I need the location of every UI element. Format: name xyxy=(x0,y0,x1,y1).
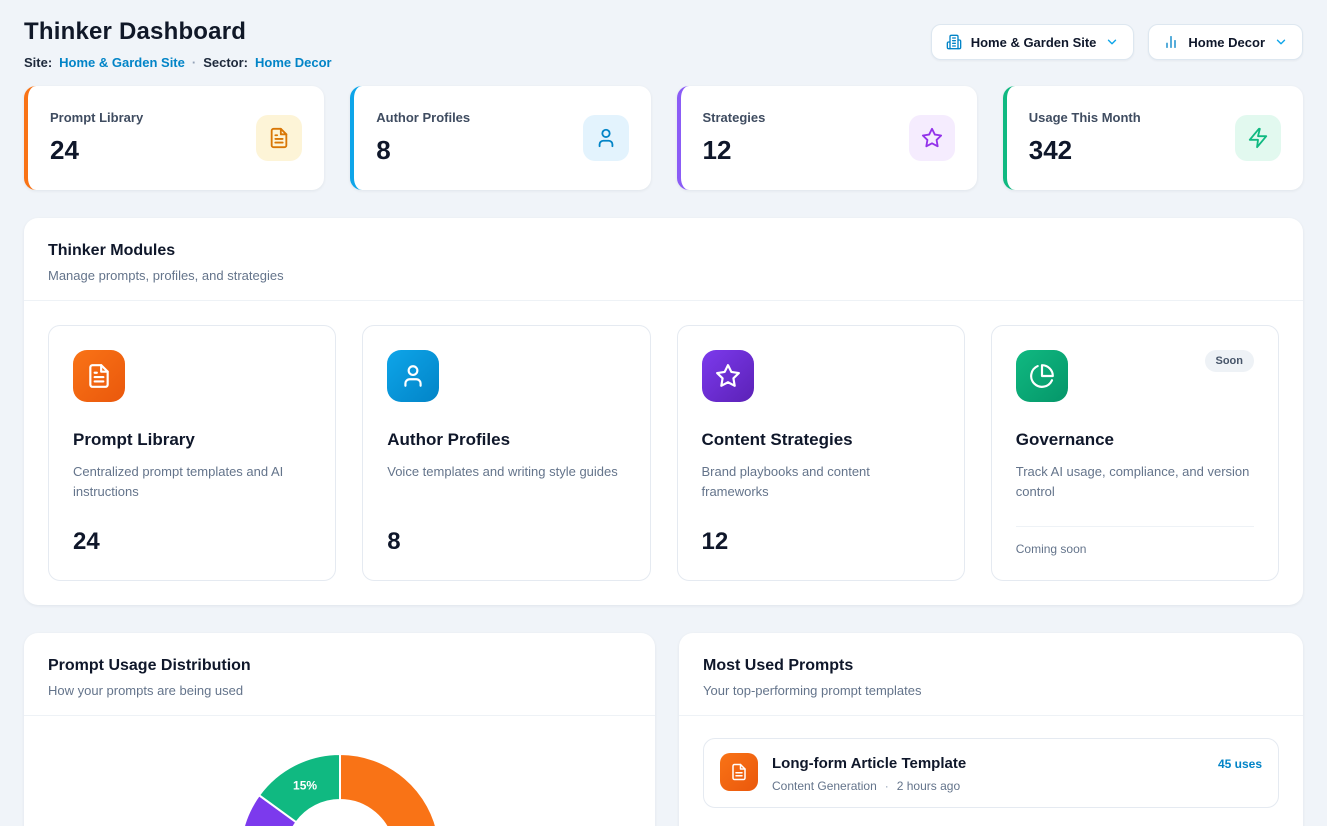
module-top xyxy=(702,350,940,402)
prompts-panel-header: Most Used Prompts Your top-performing pr… xyxy=(679,633,1303,716)
module-title: Content Strategies xyxy=(702,430,940,450)
module-description: Track AI usage, compliance, and version … xyxy=(1016,462,1254,502)
module-top xyxy=(73,350,311,402)
stat-label: Usage This Month xyxy=(1029,110,1141,125)
modules-grid: Prompt Library Centralized prompt templa… xyxy=(24,301,1303,605)
module-footer: Coming soon xyxy=(1016,542,1254,556)
prompt-category: Content Generation xyxy=(772,779,877,793)
stat-value: 8 xyxy=(376,135,470,166)
dashboard-page: Thinker Dashboard Site: Home & Garden Si… xyxy=(0,0,1327,826)
module-card-content-strategies[interactable]: Content Strategies Brand playbooks and c… xyxy=(677,325,965,581)
user-icon xyxy=(387,350,439,402)
section-title: Prompt Usage Distribution xyxy=(48,657,631,675)
separator-dot: · xyxy=(885,779,889,793)
site-dropdown-label: Home & Garden Site xyxy=(971,35,1097,50)
stat-value: 342 xyxy=(1029,135,1141,166)
usage-donut-chart: 45%25%15%15% xyxy=(48,730,631,826)
stat-label: Strategies xyxy=(703,110,766,125)
modules-section-header: Thinker Modules Manage prompts, profiles… xyxy=(24,218,1303,301)
site-sector-line: Site: Home & Garden Site · Sector: Home … xyxy=(24,55,332,70)
module-count: 8 xyxy=(387,528,625,556)
bottom-row: Prompt Usage Distribution How your promp… xyxy=(24,633,1303,826)
site-label: Site: xyxy=(24,55,52,70)
usage-panel-header: Prompt Usage Distribution How your promp… xyxy=(24,633,655,716)
sector-label: Sector: xyxy=(203,55,248,70)
stat-label: Author Profiles xyxy=(376,110,470,125)
header-actions: Home & Garden Site Home Decor xyxy=(931,18,1303,60)
module-title: Prompt Library xyxy=(73,430,311,450)
section-title: Most Used Prompts xyxy=(703,657,1279,675)
usage-distribution-panel: Prompt Usage Distribution How your promp… xyxy=(24,633,655,826)
stats-row: Prompt Library 24 Author Profiles 8 Stra… xyxy=(24,86,1303,190)
stat-card-usage: Usage This Month 342 xyxy=(1003,86,1303,190)
document-icon xyxy=(73,350,125,402)
module-title: Governance xyxy=(1016,430,1254,450)
pie-chart-icon xyxy=(1016,350,1068,402)
stat-card-prompt-library: Prompt Library 24 xyxy=(24,86,324,190)
donut-segment-orange xyxy=(340,754,440,826)
section-subtitle: Manage prompts, profiles, and strategies xyxy=(48,268,1279,283)
sector-dropdown-label: Home Decor xyxy=(1188,35,1265,50)
document-icon xyxy=(720,753,758,791)
header-left: Thinker Dashboard Site: Home & Garden Si… xyxy=(24,18,332,70)
chevron-down-icon xyxy=(1274,35,1288,49)
most-used-panel: Most Used Prompts Your top-performing pr… xyxy=(679,633,1303,826)
chart-area: 45%25%15%15% xyxy=(24,716,655,826)
module-card-governance[interactable]: Soon Governance Track AI usage, complian… xyxy=(991,325,1279,581)
stat-info: Strategies 12 xyxy=(703,110,766,166)
document-icon xyxy=(256,115,302,161)
stat-info: Prompt Library 24 xyxy=(50,110,143,166)
module-card-prompt-library[interactable]: Prompt Library Centralized prompt templa… xyxy=(48,325,336,581)
section-subtitle: How your prompts are being used xyxy=(48,683,631,698)
prompt-list: Long-form Article Template Content Gener… xyxy=(679,716,1303,826)
section-subtitle: Your top-performing prompt templates xyxy=(703,683,1279,698)
module-count: 24 xyxy=(73,528,311,556)
site-selector-dropdown[interactable]: Home & Garden Site xyxy=(931,24,1135,60)
soon-badge: Soon xyxy=(1205,350,1255,372)
star-icon xyxy=(702,350,754,402)
prompt-list-item[interactable]: Long-form Article Template Content Gener… xyxy=(703,738,1279,808)
stat-value: 12 xyxy=(703,135,766,166)
site-link[interactable]: Home & Garden Site xyxy=(59,55,185,70)
stat-card-strategies: Strategies 12 xyxy=(677,86,977,190)
stat-info: Author Profiles 8 xyxy=(376,110,470,166)
bar-chart-icon xyxy=(1163,34,1179,50)
module-description: Brand playbooks and content frameworks xyxy=(702,462,940,502)
prompt-time: 2 hours ago xyxy=(897,779,960,793)
divider xyxy=(1016,526,1254,527)
module-description: Voice templates and writing style guides xyxy=(387,462,625,482)
module-card-author-profiles[interactable]: Author Profiles Voice templates and writ… xyxy=(362,325,650,581)
page-title: Thinker Dashboard xyxy=(24,18,332,46)
module-description: Centralized prompt templates and AI inst… xyxy=(73,462,311,502)
sector-selector-dropdown[interactable]: Home Decor xyxy=(1148,24,1303,60)
thinker-modules-section: Thinker Modules Manage prompts, profiles… xyxy=(24,218,1303,605)
page-header: Thinker Dashboard Site: Home & Garden Si… xyxy=(24,18,1303,70)
prompt-meta: Content Generation · 2 hours ago xyxy=(772,779,1204,793)
prompt-item-body: Long-form Article Template Content Gener… xyxy=(772,753,1204,793)
stat-label: Prompt Library xyxy=(50,110,143,125)
user-icon xyxy=(583,115,629,161)
module-title: Author Profiles xyxy=(387,430,625,450)
prompt-title: Long-form Article Template xyxy=(772,755,1204,772)
module-top xyxy=(387,350,625,402)
module-top: Soon xyxy=(1016,350,1254,402)
stat-card-author-profiles: Author Profiles 8 xyxy=(350,86,650,190)
stat-value: 24 xyxy=(50,135,143,166)
chevron-down-icon xyxy=(1105,35,1119,49)
building-icon xyxy=(946,34,962,50)
prompt-uses-badge: 45 uses xyxy=(1218,757,1262,771)
separator-dot: · xyxy=(192,55,196,70)
sector-link[interactable]: Home Decor xyxy=(255,55,332,70)
donut-segment-label: 15% xyxy=(293,778,317,792)
section-title: Thinker Modules xyxy=(48,242,1279,260)
module-count: 12 xyxy=(702,528,940,556)
zap-icon xyxy=(1235,115,1281,161)
star-icon xyxy=(909,115,955,161)
stat-info: Usage This Month 342 xyxy=(1029,110,1141,166)
